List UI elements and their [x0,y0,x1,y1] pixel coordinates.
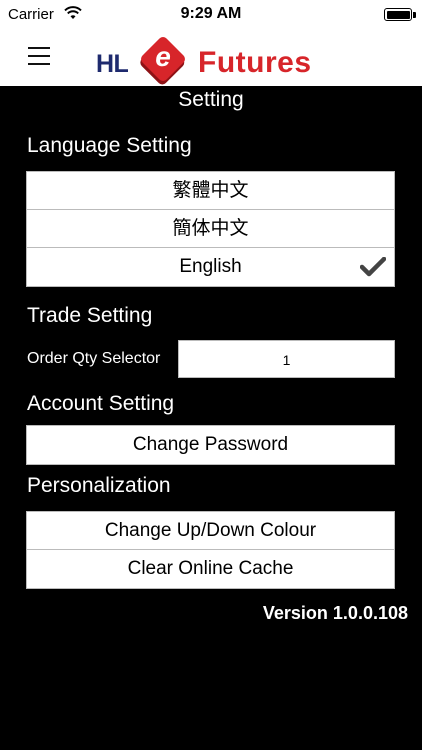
checkmark-icon [360,257,386,277]
order-qty-label: Order Qty Selector [27,350,161,367]
personalization-heading: Personalization [27,474,171,497]
language-option-label: 簡体中文 [172,218,249,239]
logo-hl-text: HL [96,50,129,78]
battery-tip [413,12,416,18]
logo-futures-text: Futures [198,46,312,79]
trade-setting-heading: Trade Setting [27,304,153,327]
battery-icon [384,8,412,21]
hamburger-menu-button[interactable] [24,42,54,70]
logo-e-icon: e [138,34,188,84]
order-qty-input[interactable]: 1 [178,340,395,378]
language-setting-heading: Language Setting [27,134,192,157]
change-colour-label: Change Up/Down Colour [104,520,317,541]
language-option-label: 繁體中文 [172,180,249,201]
app-logo: HL e Futures [96,34,326,84]
account-setting-heading: Account Setting [27,392,175,415]
clock: 9:29 AM [180,5,242,22]
language-option-list: 繁體中文 簡体中文 English [26,171,395,287]
page-title: Setting [178,88,244,111]
personalization-option-list: Change Up/Down Colour Clear Online Cache [26,511,395,589]
language-option-english[interactable]: English [27,248,394,286]
language-option-traditional-chinese[interactable]: 繁體中文 [27,172,394,210]
change-password-button[interactable]: Change Password [27,426,394,464]
clear-cache-label: Clear Online Cache [127,558,294,579]
language-option-label: English [179,256,242,277]
version-label: Version 1.0.0.108 [262,603,408,623]
change-password-label: Change Password [132,434,289,455]
status-bar: Carrier 9:29 AM [0,0,422,30]
language-option-simplified-chinese[interactable]: 簡体中文 [27,210,394,248]
app-header: HL e Futures [0,30,422,86]
change-colour-button[interactable]: Change Up/Down Colour [27,512,394,550]
clear-cache-button[interactable]: Clear Online Cache [27,550,394,588]
account-option-list: Change Password [26,425,395,465]
